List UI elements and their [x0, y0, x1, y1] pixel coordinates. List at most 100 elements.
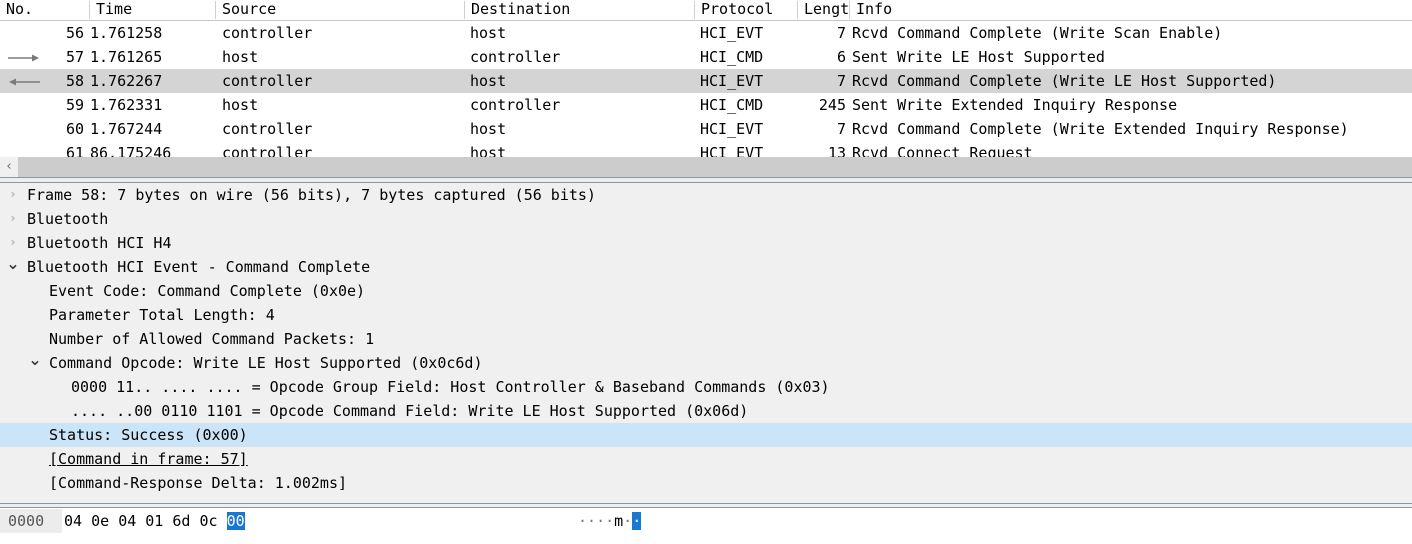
- detail-tree-row[interactable]: ⌄ Bluetooth HCI Event - Command Complete: [0, 255, 1412, 279]
- packet-row[interactable]: 59 1.762331 host controller HCI_CMD 245 Sent W…: [0, 93, 1412, 117]
- detail-tree-row[interactable]: Number of Allowed Command Packets: 1: [0, 327, 1412, 351]
- detail-field-label: [Command-Response Delta: 1.002ms]: [49, 474, 348, 492]
- packet-source-cell: controller: [222, 72, 313, 90]
- packet-length-cell: 7: [836, 120, 846, 138]
- packet-row[interactable]: 56 1.761258 controller host HCI_EVT 7 Rcvd Com…: [0, 21, 1412, 45]
- packet-info-cell: Rcvd Command Complete (Write Scan Enable…: [852, 24, 1223, 42]
- hex-byte[interactable]: 6d: [172, 512, 190, 530]
- detail-field-label: Event Code: Command Complete (0x0e): [49, 282, 366, 300]
- packet-list-rows: 56 1.761258 controller host HCI_EVT 7 Rcvd Com…: [0, 21, 1412, 157]
- detail-field-label: Command Opcode: Write LE Host Supported …: [49, 354, 483, 372]
- packet-row[interactable]: 57 1.761265 host controller HCI_CMD 6 Sent Wri…: [0, 45, 1412, 69]
- hex-byte-gap: [136, 512, 145, 530]
- hex-ascii-char[interactable]: m: [614, 512, 623, 530]
- detail-tree-row[interactable]: ⌄ Command Opcode: Write LE Host Supported…: [0, 351, 1412, 375]
- detail-tree-row[interactable]: Event Code: Command Complete (0x0e): [0, 279, 1412, 303]
- packet-protocol-cell: HCI_CMD: [700, 48, 764, 66]
- hex-bytes[interactable]: 04 0e 04 01 6d 0c 00: [64, 509, 245, 533]
- column-header-destination[interactable]: Destination: [465, 0, 694, 20]
- packet-destination-cell: host: [470, 120, 507, 138]
- packet-row[interactable]: 60 1.767244 controller host HCI_EVT 7 Rcvd Com…: [0, 117, 1412, 141]
- packet-info-cell: Rcvd Command Complete (Write LE Host Sup…: [852, 72, 1277, 90]
- packet-length-cell: 7: [836, 72, 846, 90]
- chevron-right-icon[interactable]: ›: [5, 207, 21, 231]
- packet-bytes-pane[interactable]: 0000 04 0e 04 01 6d 0c 00 ····m··: [0, 509, 1412, 544]
- hex-byte[interactable]: 0e: [91, 512, 109, 530]
- chevron-right-icon[interactable]: ›: [5, 231, 21, 255]
- field-selection-highlight: [50, 423, 1412, 447]
- packet-length-cell: 6: [836, 48, 846, 66]
- detail-tree-row[interactable]: › Frame 58: 7 bytes on wire (56 bits), 7 …: [0, 183, 1412, 207]
- packet-no-cell: 58: [65, 72, 84, 90]
- scroll-left-icon[interactable]: ‹: [0, 157, 18, 177]
- detail-field-label: 0000 11.. .... .... = Opcode Group Field…: [71, 378, 830, 396]
- hex-byte-gap: [218, 512, 227, 530]
- hex-ascii-char[interactable]: ·: [623, 512, 632, 530]
- packet-row[interactable]: 58 1.762267 controller host HCI_EVT 7 Rcvd Com…: [0, 69, 1412, 93]
- chevron-right-icon[interactable]: ›: [5, 183, 21, 207]
- hex-byte-gap: [109, 512, 118, 530]
- column-header-length[interactable]: Length: [798, 0, 849, 20]
- packet-destination-cell: host: [470, 24, 507, 42]
- column-header-time[interactable]: Time: [90, 0, 215, 20]
- detail-field-label: Number of Allowed Command Packets: 1: [49, 330, 375, 348]
- detail-tree-row[interactable]: [Command-Response Delta: 1.002ms]: [0, 471, 1412, 495]
- detail-tree-row[interactable]: › Bluetooth: [0, 207, 1412, 231]
- packet-bytes-rows: 0000 04 0e 04 01 6d 0c 00 ····m··: [0, 509, 1412, 533]
- hex-byte[interactable]: 00: [226, 512, 245, 530]
- packet-destination-cell: controller: [470, 48, 561, 66]
- column-header-protocol[interactable]: Protocol: [695, 0, 797, 20]
- packet-list-pane[interactable]: No. Time Source Destination Protocol Len…: [0, 0, 1412, 157]
- hex-byte[interactable]: 0c: [199, 512, 217, 530]
- packet-destination-cell: host: [470, 72, 507, 90]
- hex-ascii-char[interactable]: ·: [578, 512, 587, 530]
- hex-ascii-char[interactable]: ·: [605, 512, 614, 530]
- packet-protocol-cell: HCI_CMD: [700, 96, 764, 114]
- packet-list-horizontal-scrollbar[interactable]: ‹: [0, 157, 1412, 178]
- packet-info-cell: Rcvd Command Complete (Write Extended In…: [852, 120, 1349, 138]
- packet-source-cell: controller: [222, 24, 313, 42]
- column-header-source[interactable]: Source: [216, 0, 464, 20]
- pane-splitter-bottom[interactable]: [0, 503, 1412, 508]
- column-header-info[interactable]: Info: [850, 0, 1410, 20]
- hex-byte[interactable]: 04: [118, 512, 136, 530]
- packet-time-cell: 1.767244: [90, 120, 163, 138]
- detail-tree-row[interactable]: › Bluetooth HCI H4: [0, 231, 1412, 255]
- detail-tree-row[interactable]: Status: Success (0x00): [0, 423, 1412, 447]
- packet-destination-cell: controller: [470, 96, 561, 114]
- detail-tree-row[interactable]: [Command in frame: 57]: [0, 447, 1412, 471]
- packet-time-cell: 86.175246: [90, 144, 172, 157]
- hex-byte[interactable]: 01: [145, 512, 163, 530]
- detail-field-label: Bluetooth HCI Event - Command Complete: [27, 258, 371, 276]
- chevron-down-icon[interactable]: ⌄: [5, 255, 21, 279]
- packet-source-cell: host: [222, 96, 259, 114]
- packet-list-header[interactable]: No. Time Source Destination Protocol Len…: [0, 0, 1412, 21]
- detail-field-label: Frame 58: 7 bytes on wire (56 bits), 7 b…: [27, 186, 596, 204]
- packet-length-cell: 7: [836, 24, 846, 42]
- detail-field-label: Bluetooth: [27, 210, 109, 228]
- detail-tree-row[interactable]: .... ..00 0110 1101 = Opcode Command Fie…: [0, 399, 1412, 423]
- packet-no-cell: 57: [65, 48, 84, 66]
- packet-details-pane[interactable]: › Frame 58: 7 bytes on wire (56 bits), 7 …: [0, 183, 1412, 503]
- hex-dump-row[interactable]: 0000 04 0e 04 01 6d 0c 00 ····m··: [0, 509, 1412, 533]
- packet-row[interactable]: 61 86.175246 controller host HCI_EVT 13 Rcvd C…: [0, 141, 1412, 157]
- detail-tree-row[interactable]: Parameter Total Length: 4: [0, 303, 1412, 327]
- hex-byte[interactable]: 04: [64, 512, 82, 530]
- packet-details-rows: › Frame 58: 7 bytes on wire (56 bits), 7 …: [0, 183, 1412, 495]
- hex-byte-gap: [82, 512, 91, 530]
- packet-length-cell: 13: [827, 144, 846, 157]
- packet-length-cell: 245: [818, 96, 846, 114]
- packet-no-cell: 61: [65, 144, 84, 157]
- packet-info-cell: Sent Write Extended Inquiry Response: [852, 96, 1178, 114]
- chevron-down-icon[interactable]: ⌄: [27, 351, 43, 375]
- detail-tree-row[interactable]: 0000 11.. .... .... = Opcode Group Field…: [0, 375, 1412, 399]
- hex-ascii-char[interactable]: ·: [596, 512, 605, 530]
- packet-protocol-cell: HCI_EVT: [700, 24, 764, 42]
- hex-ascii[interactable]: ····m··: [578, 509, 642, 533]
- packet-source-cell: host: [222, 48, 259, 66]
- hex-ascii-char[interactable]: ·: [587, 512, 596, 530]
- hex-ascii-char[interactable]: ·: [632, 512, 642, 530]
- detail-field-link[interactable]: [Command in frame: 57]: [49, 447, 248, 471]
- packet-no-cell: 56: [65, 24, 84, 42]
- column-header-no[interactable]: No.: [0, 0, 89, 20]
